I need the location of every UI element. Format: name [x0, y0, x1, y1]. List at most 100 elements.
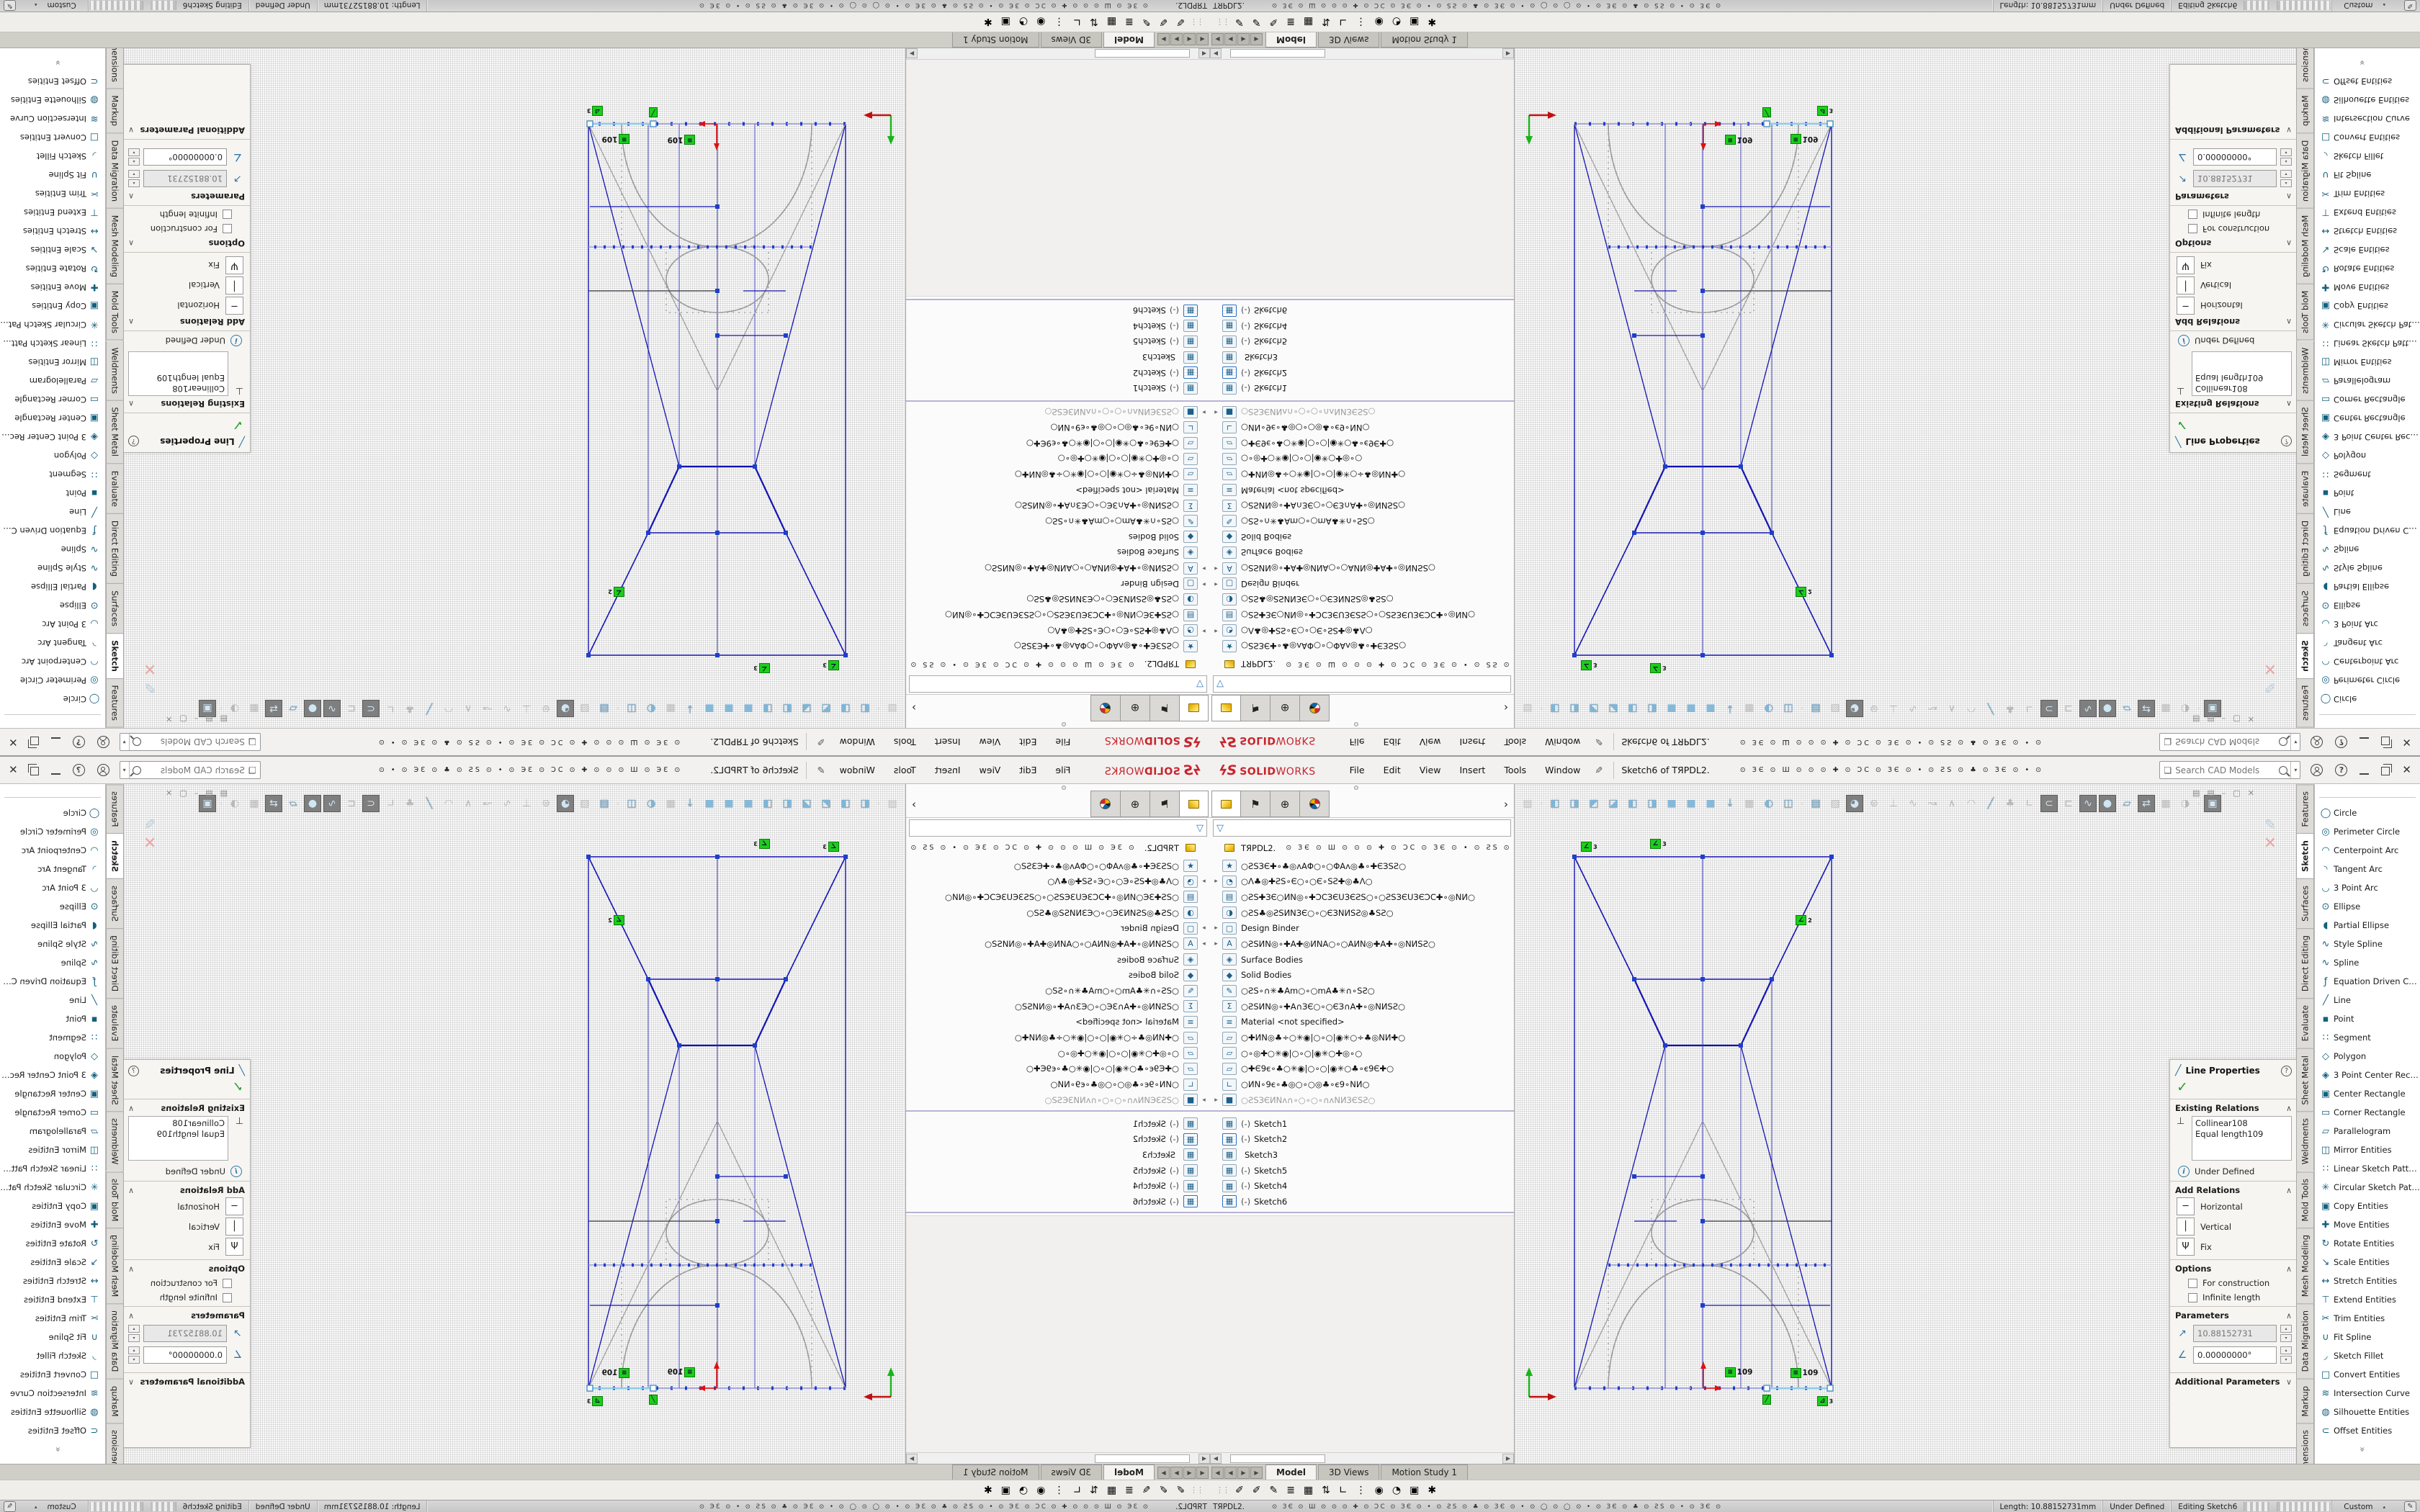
tool-item[interactable]: ▣ Copy Entities — [2315, 297, 2420, 315]
tool-item[interactable]: ◞ Sketch Fillet — [0, 1346, 105, 1365]
length-spinner[interactable]: ▴▾ — [2280, 170, 2292, 187]
menu-item[interactable]: Window — [830, 732, 884, 752]
tree-row[interactable]: ◑ ○ƧЅ♣◎ƧЅИNЗЄ○∘○ЄЗNИЅƧ◎♣ЅƧ○ — [1210, 592, 1514, 608]
relation-tag[interactable]: ∠3 — [753, 839, 770, 849]
tree-row[interactable]: ≡ Material <not specified> — [1210, 1014, 1514, 1030]
menu-item[interactable]: Tools — [884, 760, 926, 780]
motion-tool-icon[interactable]: ◉ — [1375, 1485, 1384, 1495]
relation-entry[interactable]: Equal length109 — [132, 372, 225, 383]
tree-row[interactable]: ◆ Solid Bodies — [1210, 968, 1514, 984]
expand-icon[interactable]: ∨ — [128, 126, 134, 135]
relation-button[interactable]: │ — [225, 1218, 243, 1236]
tool-item[interactable]: ◠ Centerpoint Arc — [0, 652, 105, 671]
tree-row[interactable]: ★ ○ƧЅЗЄ✚∘♣◎ʌAΦ○∘○ΦAʌ◎♣∘✚ЄЗЅƧ○ — [906, 639, 1210, 654]
collapse-icon[interactable]: ∧ — [2286, 192, 2292, 202]
command-tab[interactable]: Mesh Modeling — [2296, 209, 2314, 284]
angle-field[interactable]: 0.00000000° — [143, 1346, 227, 1364]
motion-tool-icon[interactable]: ▣ — [1001, 1485, 1010, 1495]
expand-arrow[interactable]: ▸ — [1198, 924, 1210, 932]
tool-item[interactable]: ▱ Parallelogram — [0, 1122, 105, 1140]
relation-tag[interactable]: ∠2 — [608, 915, 624, 925]
tool-item[interactable]: ↻ Rotate Entities — [0, 1234, 105, 1253]
command-tab[interactable]: Markup — [2296, 1379, 2314, 1423]
tree-section-divider[interactable] — [1210, 1212, 1514, 1213]
tree-row[interactable]: ✎ ○ƧЅ∘∩✳♣Am○∘○mA♣✳∩∘ЅƧ○ — [1210, 513, 1514, 529]
tree-horizontal-scrollbar[interactable]: ◀ ▶ — [1210, 48, 1514, 60]
motion-tool-icon[interactable]: ◉ — [1036, 17, 1045, 27]
status-custom-dropdown[interactable]: Custom ▴ — [2331, 1500, 2397, 1512]
menu-item[interactable]: Insert — [1450, 732, 1494, 752]
angle-field[interactable]: 0.00000000° — [143, 148, 227, 166]
equal-length-tag[interactable]: ≡109 — [1791, 134, 1818, 144]
tree-row[interactable]: ▸ ◔ ○Λ♣◎✚ƧЅ∘Є○∘○Є∘ЅƧ✚◎♣Λ○ — [906, 623, 1210, 639]
restore-button[interactable] — [30, 737, 39, 746]
search-box[interactable]: ❏ ▾ — [120, 733, 261, 751]
tool-item[interactable]: ƒ Equation Driven Curve — [0, 521, 105, 540]
tree-row[interactable]: ▸ ▢ Design Binder — [1210, 576, 1514, 592]
scroll-right-button[interactable]: ▶ — [1502, 49, 1514, 59]
command-tab[interactable]: Direct Editing — [106, 928, 124, 998]
tree-row-sketch[interactable]: ▦ (-) Sketch5 — [1210, 1163, 1514, 1179]
panel-splitter[interactable] — [1210, 784, 1514, 791]
relation-tag[interactable]: ╱ — [1762, 107, 1771, 117]
relation-tag[interactable]: ∠3 — [1581, 842, 1597, 852]
equal-length-tag[interactable]: ≡109 — [602, 134, 629, 144]
command-tab[interactable]: Sketch — [106, 634, 124, 679]
tree-row-sketch[interactable]: ▦ (-) Sketch1 — [1210, 381, 1514, 397]
tab-feature-manager[interactable] — [1211, 791, 1241, 817]
tool-item[interactable]: ◝ Tangent Arc — [0, 634, 105, 652]
tree-row[interactable]: ◑ ○ƧЅ♣◎ƧЅИNЗЄ○∘○ЄЗNИЅƧ◎♣ЅƧ○ — [906, 592, 1210, 608]
equal-length-tag[interactable]: ≡109 — [602, 1368, 629, 1378]
tool-item[interactable]: ✚ Move Entities — [2315, 278, 2420, 297]
more-tools-chevron-icon[interactable]: » — [2357, 55, 2367, 70]
tool-item[interactable]: ◝ Tangent Arc — [2315, 634, 2420, 652]
checkbox[interactable] — [223, 1293, 232, 1302]
command-tab[interactable]: Data Migration — [2296, 133, 2314, 208]
tree-root-row[interactable]: TЯPDL2. ⊙ ЗЄ ⊙ Ш ⊙ ⊙ ⊙ ✚ ⊙ ƆC ⊙ ЗЄ ⊙ • ⊙… — [906, 656, 1210, 672]
checkbox[interactable] — [2188, 1279, 2197, 1288]
tool-item[interactable]: ▭ Corner Rectangle — [0, 390, 105, 409]
model-tab[interactable]: 3D Views — [1318, 32, 1379, 48]
tool-item[interactable]: ⊂ Offset Entities — [2315, 72, 2420, 91]
tree-row[interactable]: ▤ ○ƧЅ✚ЗЄ○ИN◎∘✚ƆCЗЄUЗЄƧЅ○∘○ƧЅЗЄUЗЄƆC✚∘◎NИ… — [1210, 889, 1514, 905]
relation-button[interactable]: ─ — [2177, 297, 2195, 315]
checkbox[interactable] — [2188, 1293, 2197, 1302]
search-input[interactable] — [2175, 737, 2279, 747]
tool-item[interactable]: ✂ Trim Entities — [2315, 1309, 2420, 1328]
command-tab[interactable]: Weldments — [106, 1111, 124, 1171]
edit-mode-icon[interactable]: ✎ — [2404, 1501, 2416, 1512]
menu-item[interactable]: Window — [1536, 732, 1590, 752]
expand-arrow[interactable]: ▸ — [1210, 564, 1222, 572]
tool-item[interactable]: ⊤ Extend Entities — [0, 203, 105, 222]
motion-tool-icon[interactable]: ◉ — [1375, 17, 1384, 27]
model-tab[interactable]: Model — [1103, 32, 1155, 48]
tool-item[interactable]: ✚ Move Entities — [2315, 1215, 2420, 1234]
user-account-icon[interactable] — [2311, 764, 2323, 776]
tool-item[interactable]: ↔ Stretch Entities — [0, 1272, 105, 1290]
tool-item[interactable]: ▣ Copy Entities — [2315, 1197, 2420, 1215]
menu-item[interactable]: File — [1340, 760, 1374, 780]
tool-item[interactable]: ∷ Linear Sketch Pattern — [0, 334, 105, 353]
expand-arrow[interactable]: ▸ — [1210, 1097, 1222, 1104]
command-tab[interactable]: Evaluate — [2296, 998, 2314, 1048]
command-tab[interactable]: Weldments — [2296, 1111, 2314, 1171]
tab-nav-button[interactable]: ▶ — [1170, 33, 1183, 45]
tree-row[interactable]: ▤ ○ƧЅ✚ЗЄ○ИN◎∘✚ƆCЗЄUЗЄƧЅ○∘○ƧЅЗЄUЗЄƆC✚∘◎NИ… — [906, 607, 1210, 623]
collapse-icon[interactable]: ∧ — [2286, 1264, 2292, 1274]
panel-expand-chevron-icon[interactable]: › — [912, 702, 916, 715]
tree-row-sketch[interactable]: ▦ (-) Sketch5 — [1210, 334, 1514, 350]
edit-mode-icon[interactable]: ✎ — [4, 1501, 16, 1512]
length-field[interactable]: 10.88152731 — [2193, 170, 2277, 187]
search-dropdown-icon[interactable]: ▾ — [2290, 734, 2300, 750]
command-tab[interactable]: Markup — [106, 89, 124, 134]
tab-nav-button[interactable]: ▶ — [1170, 1467, 1183, 1479]
minimize-button[interactable] — [51, 765, 60, 775]
tree-row-sketch[interactable]: ▦ Sketch3 — [1210, 1147, 1514, 1163]
tree-row-sketch[interactable]: ▦ Sketch3 — [906, 349, 1210, 365]
tab-nav-button[interactable]: ◀ — [1224, 33, 1237, 45]
command-tab[interactable]: Mold Tools — [2296, 1171, 2314, 1228]
angle-field[interactable]: 0.00000000° — [2193, 148, 2277, 166]
restore-button[interactable] — [2381, 737, 2390, 746]
checkbox[interactable] — [2188, 225, 2197, 234]
relation-button[interactable]: │ — [2177, 276, 2195, 294]
